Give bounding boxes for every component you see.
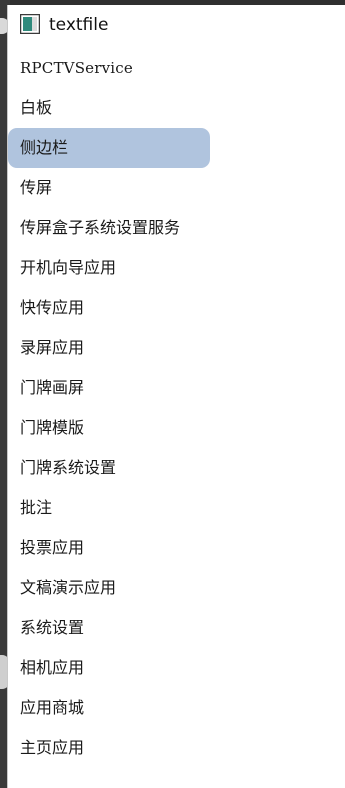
menu-item[interactable]: 文稿演示应用 [8, 568, 345, 608]
menu-item-label: 传屏盒子系统设置服务 [20, 218, 181, 237]
screen: textfile RPCTVService 白板侧边栏传屏传屏盒子系统设置服务 开机… [0, 0, 345, 788]
menu-item[interactable]: 快传应用 [8, 288, 345, 328]
menu-item[interactable]: 传屏盒子系统设置服务 [8, 208, 345, 248]
menu-item-label: 相机应用 [20, 658, 85, 677]
menu-item[interactable]: 相机应用 [8, 648, 345, 688]
menu-item-label: 开机向导应用 [20, 258, 117, 277]
menu-item-label: 门牌系统设置 [20, 458, 117, 477]
menu-item[interactable]: 白板 [8, 88, 345, 128]
menu-item-label: 侧边栏 [20, 138, 69, 157]
menu-header: textfile [8, 5, 345, 45]
menu-item-label: 门牌模版 [20, 418, 85, 437]
menu-item[interactable]: 门牌模版 [8, 408, 345, 448]
menu-item[interactable]: 传屏 [8, 168, 345, 208]
textfile-icon [19, 13, 41, 35]
menu-item[interactable]: 系统设置 [8, 608, 345, 648]
menu-item[interactable]: 开机向导应用 [8, 248, 345, 288]
menu-item-label: 录屏应用 [20, 338, 85, 357]
menu-item[interactable]: 录屏应用 [8, 328, 345, 368]
menu-item-label: 投票应用 [20, 538, 85, 557]
menu-item-label: 门牌画屏 [20, 378, 85, 397]
menu-title: textfile [49, 15, 109, 35]
menu-item[interactable]: 侧边栏 [8, 128, 345, 168]
menu-item-label: RPCTVService [20, 59, 133, 77]
menu-item[interactable]: 应用商城 [8, 688, 345, 728]
menu-item-label: 批注 [20, 498, 53, 517]
menu-item[interactable]: 批注 [8, 488, 345, 528]
menu-item-label: 快传应用 [20, 298, 85, 317]
menu-item-label: 系统设置 [20, 618, 85, 637]
menu-item-label: 文稿演示应用 [20, 578, 117, 597]
menu-item-label: 传屏 [20, 178, 53, 197]
menu-item-label: 主页应用 [20, 738, 85, 757]
menu-item[interactable]: 门牌画屏 [8, 368, 345, 408]
menu-item-label: 白板 [20, 98, 53, 117]
menu-item[interactable]: RPCTVService [8, 48, 345, 88]
popup-menu: textfile RPCTVService 白板侧边栏传屏传屏盒子系统设置服务 开机… [8, 5, 345, 788]
menu-item[interactable]: 门牌系统设置 [8, 448, 345, 488]
menu-item[interactable]: 投票应用 [8, 528, 345, 568]
menu-item-label: 应用商城 [20, 698, 85, 717]
menu-items-list: RPCTVService 白板侧边栏传屏传屏盒子系统设置服务 开机向导应用 快传应用录… [8, 48, 345, 768]
menu-item[interactable]: 主页应用 [8, 728, 345, 768]
